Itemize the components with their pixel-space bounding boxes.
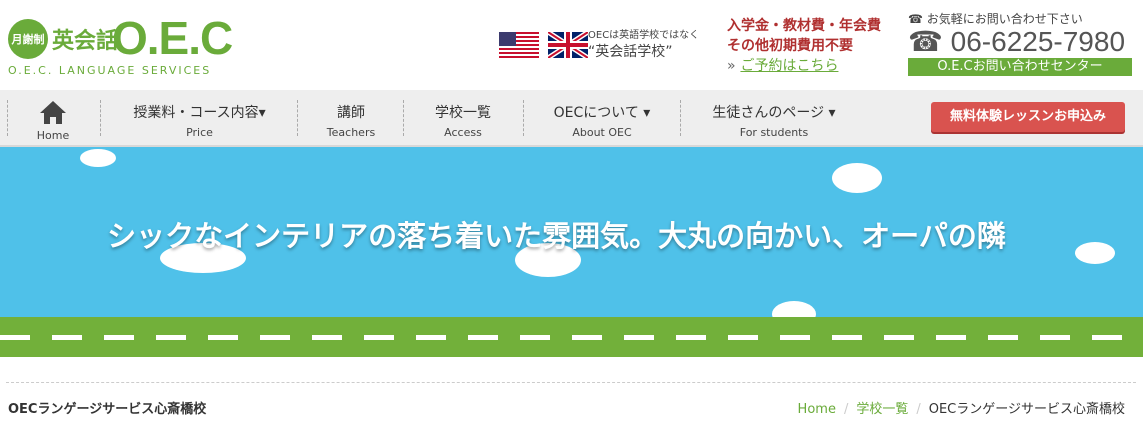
nav-students-en: For students [739, 126, 809, 139]
school-note: OECは英語学校ではなく “英会話学校” [588, 28, 718, 60]
nav-divider [297, 100, 298, 136]
nav-teachers[interactable]: 講師 Teachers [305, 90, 397, 145]
fees-notice: 入学金・教材費・年会費 その他初期費用不要 » ご予約はこちら [727, 16, 881, 76]
nav-about-en: About OEC [572, 126, 632, 139]
breadcrumb-separator: / [916, 402, 921, 417]
nav-divider [523, 100, 524, 136]
road-dash [364, 335, 394, 340]
road-dash [468, 335, 498, 340]
contact-box: ☎ お気軽にお問い合わせ下さい ☎ 06-6225-7980 O.E.Cお問い合… [908, 10, 1132, 76]
divider [6, 382, 1136, 383]
school-note-line1: OECは英語学校ではなく [588, 30, 700, 41]
road-dash [572, 335, 602, 340]
cloud [772, 301, 816, 317]
nav-students-ja: 生徒さんのページ ▾ [712, 105, 836, 121]
road-dash [780, 335, 810, 340]
nav-divider [403, 100, 404, 136]
nav-teachers-en: Teachers [326, 126, 376, 139]
road-dash [1040, 335, 1070, 340]
breadcrumb-home[interactable]: Home [798, 402, 836, 417]
breadcrumb-current: OECランゲージサービス心斎橋校 [928, 402, 1125, 417]
road-dash [312, 335, 342, 340]
reservation-link[interactable]: ご予約はこちら [740, 58, 838, 74]
nav-access[interactable]: 学校一覧 Access [411, 90, 515, 145]
road-dash [416, 335, 446, 340]
arrow-icon: » [727, 58, 736, 74]
breadcrumb: Home / 学校一覧 / OECランゲージサービス心斎橋校 [798, 398, 1125, 417]
road-dash [884, 335, 914, 340]
road-dash [728, 335, 758, 340]
logo-brand: O.E.C [112, 12, 233, 64]
phone-number[interactable]: ☎ 06-6225-7980 [908, 25, 1132, 58]
nav-access-en: Access [444, 126, 482, 139]
uk-flag-icon [548, 32, 589, 58]
free-trial-button[interactable]: 無料体験レッスンお申込み [931, 102, 1125, 132]
home-icon [40, 101, 66, 124]
school-note-line2: “英会話学校” [588, 44, 673, 60]
nav-about-ja: OECについて ▾ [553, 105, 651, 121]
nav-divider [7, 100, 8, 136]
nav-teachers-ja: 講師 [337, 105, 365, 121]
site-logo[interactable]: 月謝制 英会話 O.E.C O.E.C. LANGUAGE SERVICES [8, 12, 238, 80]
nav-price-en: Price [186, 126, 213, 139]
nav-about[interactable]: OECについて ▾ About OEC [531, 90, 673, 145]
road-dash [520, 335, 550, 340]
breadcrumb-school-list[interactable]: 学校一覧 [856, 402, 908, 417]
nav-home-label: Home [36, 129, 70, 142]
road-dash [624, 335, 654, 340]
cloud [832, 163, 882, 193]
hero-banner: シックなインテリアの落ち着いた雰囲気。大丸の向かい、オーパの隣 [0, 147, 1143, 317]
page-title: OECランゲージサービス心斎橋校 [8, 402, 207, 417]
road-dash [104, 335, 134, 340]
road-dash [52, 335, 82, 340]
road-dash [936, 335, 966, 340]
road-dash [0, 335, 30, 340]
road-dash [208, 335, 238, 340]
nav-price-ja: 授業料・コース内容▾ [133, 105, 266, 121]
nav-home[interactable]: Home [22, 90, 84, 145]
logo-badge: 月謝制 [8, 19, 48, 59]
logo-subtitle: O.E.C. LANGUAGE SERVICES [8, 64, 212, 77]
road-dash [260, 335, 290, 340]
fees-line1: 入学金・教材費・年会費 [727, 18, 881, 34]
site-header: 月謝制 英会話 O.E.C O.E.C. LANGUAGE SERVICES O… [0, 0, 1143, 90]
flags [499, 32, 592, 58]
logo-jp-text: 英会話 [52, 29, 119, 54]
road-dash [156, 335, 186, 340]
fees-line2: その他初期費用不要 [727, 38, 853, 54]
nav-divider [680, 100, 681, 136]
nav-divider [100, 100, 101, 136]
contact-center-bar[interactable]: O.E.Cお問い合わせセンター [908, 58, 1132, 76]
road-stripe [0, 317, 1143, 357]
hero-headline: シックなインテリアの落ち着いた雰囲気。大丸の向かい、オーパの隣 [107, 219, 1006, 253]
road-dash [832, 335, 862, 340]
road-dash [988, 335, 1018, 340]
breadcrumb-separator: / [843, 402, 849, 417]
nav-access-ja: 学校一覧 [435, 105, 491, 121]
road-dash [1092, 335, 1122, 340]
road-dash [676, 335, 706, 340]
nav-price[interactable]: 授業料・コース内容▾ Price [108, 90, 291, 145]
us-flag-icon [499, 32, 539, 58]
nav-students[interactable]: 生徒さんのページ ▾ For students [688, 90, 860, 145]
cloud [80, 149, 116, 167]
